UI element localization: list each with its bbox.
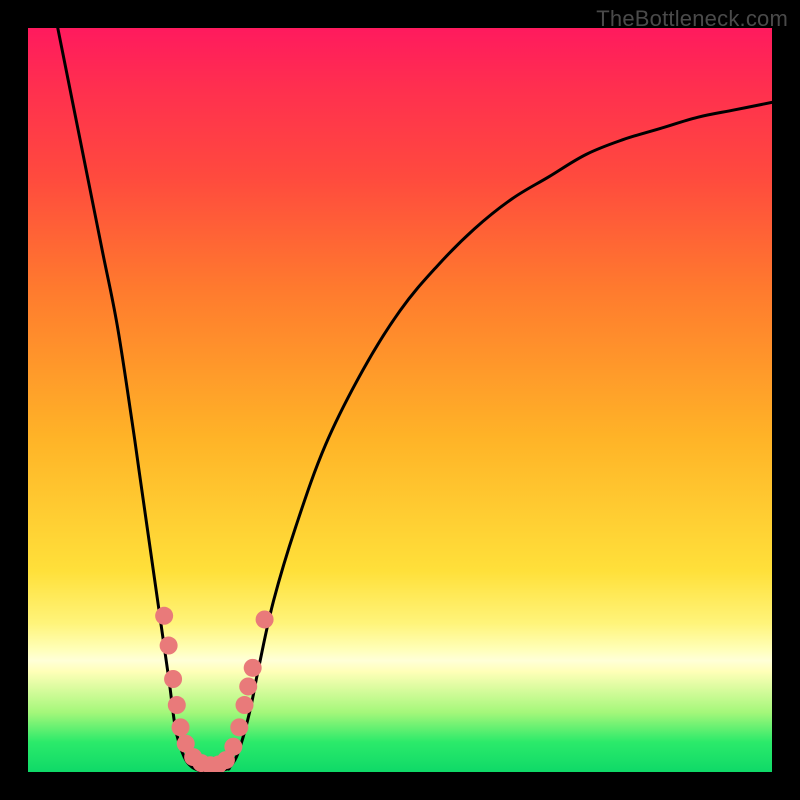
chart-marker	[224, 738, 242, 756]
chart-marker	[244, 659, 262, 677]
chart-marker	[256, 610, 274, 628]
chart-plot-area	[28, 28, 772, 772]
chart-frame: TheBottleneck.com	[0, 0, 800, 800]
chart-markers	[155, 607, 273, 772]
bottleneck-curve	[58, 28, 772, 771]
chart-marker	[168, 696, 186, 714]
chart-marker	[239, 677, 257, 695]
chart-marker	[160, 637, 178, 655]
chart-curve	[58, 28, 772, 771]
chart-marker	[164, 670, 182, 688]
chart-marker	[155, 607, 173, 625]
chart-marker	[230, 718, 248, 736]
chart-svg	[28, 28, 772, 772]
chart-marker	[236, 696, 254, 714]
chart-marker	[172, 718, 190, 736]
